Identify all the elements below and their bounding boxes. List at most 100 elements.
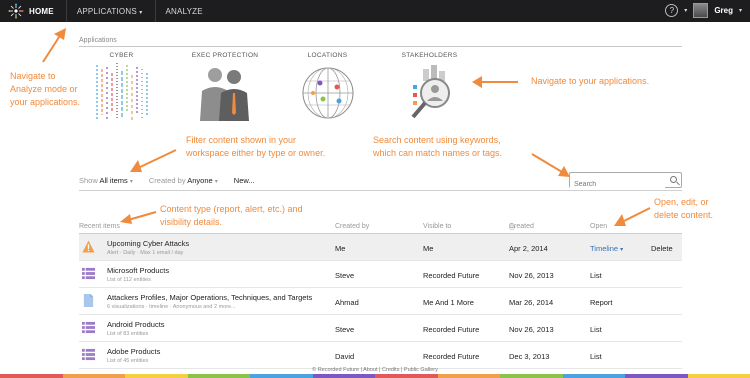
show-label: Show [79, 176, 98, 185]
nav-home[interactable]: HOME [29, 7, 54, 16]
chevron-down-icon: ▾ [214, 179, 218, 185]
search-box[interactable] [569, 172, 682, 192]
cyber-icon [95, 63, 148, 121]
chevron-down-icon[interactable]: ▾ [739, 7, 742, 14]
app-locations[interactable]: LOCATIONS [290, 52, 365, 123]
delete-button[interactable]: Delete [651, 244, 673, 253]
app-cyber-label: CYBER [109, 52, 134, 59]
header-created-label: Created [509, 223, 534, 230]
arrow-icon [120, 211, 157, 224]
row-visible-to: Me [423, 244, 434, 253]
row-created: Dec 3, 2013 [509, 352, 550, 361]
divider [79, 190, 682, 191]
chevron-down-icon: ▾ [620, 247, 624, 253]
app-exec-protection[interactable]: EXEC PROTECTION [185, 52, 265, 123]
annotation-open: Open, edit, or delete content. [654, 197, 714, 220]
row-open-link[interactable]: Timeline ▾ [590, 244, 623, 253]
row-title[interactable]: Microsoft Products [107, 266, 169, 275]
annotation-nav: Navigate to Analyze mode or your applica… [10, 71, 81, 107]
table-row[interactable]: Attackers Profiles, Major Operations, Te… [79, 288, 682, 315]
app-cyber[interactable]: CYBER [84, 52, 159, 123]
nav-applications[interactable]: APPLICATIONS ▾ [77, 7, 143, 16]
row-open-link[interactable]: Report [590, 298, 613, 307]
show-filter[interactable]: Show All items ▾ [79, 176, 133, 185]
alert-icon [82, 240, 95, 253]
nav-divider [65, 0, 67, 22]
annotation-search: Search content using keywords, which can… [373, 135, 503, 158]
row-visible-to: Recorded Future [423, 325, 480, 334]
arrow-icon [472, 76, 518, 88]
row-created-by: Steve [335, 271, 355, 280]
footer-links[interactable]: © Recorded Future | About | Credits | Pu… [0, 367, 750, 373]
user-name[interactable]: Greg [714, 6, 733, 15]
nav-applications-label: APPLICATIONS [76, 6, 137, 16]
list-icon [82, 267, 95, 280]
header-created-by[interactable]: Created by [335, 223, 369, 230]
app-stakeholders-label: STAKEHOLDERS [401, 52, 458, 59]
row-title[interactable]: Upcoming Cyber Attacks [107, 239, 189, 248]
show-value: All items [99, 176, 128, 185]
nav-analyze[interactable]: ANALYZE [166, 7, 203, 16]
row-subtitle: Alert · Daily · Max 1 email / day [107, 250, 184, 256]
row-created: Apr 2, 2014 [509, 244, 548, 253]
row-subtitle: List of 83 entities [107, 331, 149, 337]
user-avatar[interactable] [693, 3, 709, 18]
row-title[interactable]: Adobe Products [107, 347, 160, 356]
annotation-type: Content type (report, alert, etc.) and v… [160, 204, 303, 227]
row-open-label: Timeline [590, 244, 619, 253]
row-created-by: Me [335, 244, 346, 253]
nav-divider [154, 0, 156, 22]
arrow-icon [130, 149, 177, 172]
arrow-icon [614, 207, 651, 226]
row-created: Mar 26, 2014 [509, 298, 554, 307]
row-title[interactable]: Android Products [107, 320, 165, 329]
table-row[interactable]: Microsoft Products List of 112 entities … [79, 261, 682, 288]
color-stripe [0, 374, 750, 378]
filter-bar: Show All items ▾ Created by Anyone ▾ New… [79, 176, 255, 185]
arrow-icon [531, 153, 570, 177]
recorded-future-logo-icon[interactable] [8, 3, 24, 19]
divider [79, 46, 682, 47]
header-visible-to[interactable]: Visible to [423, 223, 451, 230]
row-visible-to: Me And 1 More [423, 298, 474, 307]
row-created-by: Ahmad [335, 298, 359, 307]
new-button[interactable]: New... [234, 176, 255, 185]
created-by-value: Anyone [187, 176, 213, 185]
row-created: Nov 26, 2013 [509, 325, 554, 334]
row-created-by: David [335, 352, 355, 361]
arrow-icon [42, 28, 66, 63]
row-created-by: Steve [335, 325, 355, 334]
row-visible-to: Recorded Future [423, 271, 480, 280]
row-open-link[interactable]: List [590, 325, 602, 334]
search-icon[interactable] [670, 176, 677, 183]
chevron-down-icon: ▾ [129, 179, 133, 185]
app-exec-protection-label: EXEC PROTECTION [191, 52, 259, 59]
row-subtitle: List of 112 entities [107, 277, 151, 283]
app-stakeholders[interactable]: STAKEHOLDERS [392, 52, 467, 123]
row-created: Nov 26, 2013 [509, 271, 554, 280]
top-nav-bar: HOME APPLICATIONS ▾ ANALYZE ? ▾ Greg ▾ [0, 0, 750, 22]
applications-section-label: Applications [79, 37, 117, 44]
list-icon [82, 321, 95, 334]
help-icon[interactable]: ? [665, 4, 679, 17]
header-recent-items[interactable]: Recent items [79, 223, 120, 230]
annotation-filter: Filter content shown in your workspace e… [186, 135, 326, 158]
created-by-label: Created by [148, 176, 186, 185]
row-subtitle: 6 visualizations · timeline · Anonymous … [107, 304, 236, 310]
row-title[interactable]: Attackers Profiles, Major Operations, Te… [107, 293, 312, 302]
chevron-down-icon[interactable]: ▾ [684, 7, 687, 14]
header-open[interactable]: Open [590, 223, 607, 230]
stakeholders-icon [410, 65, 450, 119]
table-row[interactable]: Adobe Products List of 45 entities David… [79, 342, 682, 369]
report-icon [83, 294, 94, 307]
created-by-filter[interactable]: Created by Anyone ▾ [149, 176, 218, 185]
table-row[interactable]: Android Products List of 83 entities Ste… [79, 315, 682, 342]
chevron-down-icon: ▾ [139, 9, 143, 16]
app-locations-label: LOCATIONS [307, 52, 348, 59]
row-open-link[interactable]: List [590, 352, 602, 361]
globe-icon [302, 67, 353, 119]
row-open-link[interactable]: List [590, 271, 602, 280]
row-subtitle: List of 45 entities [107, 358, 149, 364]
table-row[interactable]: Upcoming Cyber Attacks Alert · Daily · M… [79, 234, 682, 261]
exec-protection-icon [200, 68, 249, 121]
